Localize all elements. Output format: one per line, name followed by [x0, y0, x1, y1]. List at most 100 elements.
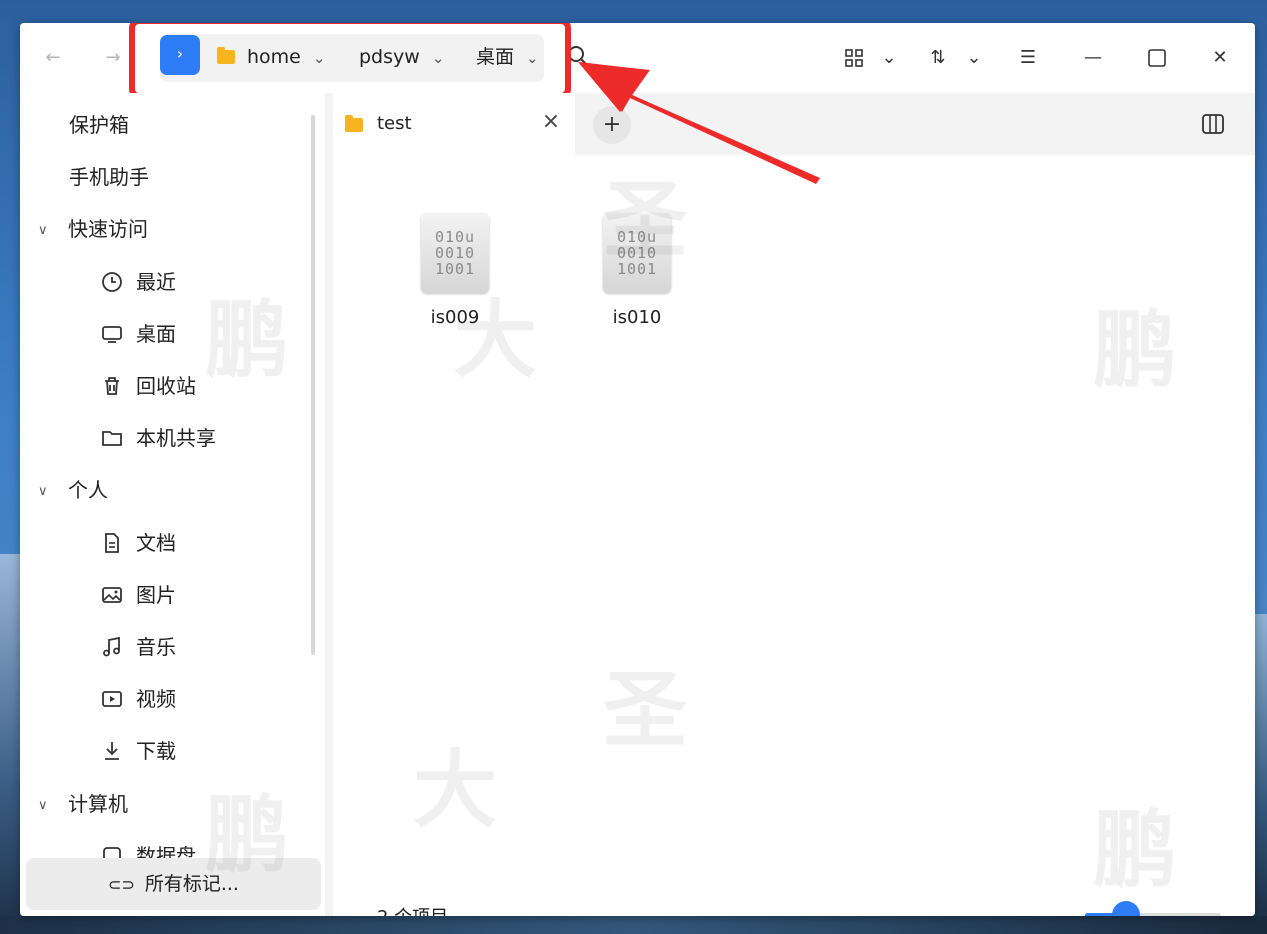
disk-icon [103, 846, 121, 858]
chevron-right-icon: › [176, 44, 184, 63]
sidebar-item-recent[interactable]: 最近 [100, 262, 176, 302]
view-mode-dropdown[interactable]: ⌄ [878, 43, 900, 73]
desktop-wallpaper-right [1255, 614, 1267, 934]
all-tags-button[interactable]: ⊂⊃ 所有标记... [26, 858, 321, 910]
sidebar-item-videos[interactable]: 视频 [100, 679, 176, 719]
sidebar-scrollbar[interactable] [311, 115, 315, 655]
sidebar-group-computer[interactable]: ∨ 计算机 [38, 784, 128, 824]
detail-panel-icon[interactable] [1201, 112, 1225, 136]
chevron-down-icon: ⌄ [966, 47, 982, 68]
sidebar-divider[interactable] [325, 93, 333, 916]
sidebar-item-label: 图片 [136, 583, 176, 607]
sidebar: 保护箱 手机助手 ∨ 快速访问 最近 桌面 回收站 本机共享 ∨ 个人 文档 图片 [20, 93, 325, 916]
maximize-button[interactable] [1144, 43, 1170, 73]
breadcrumb-item-pdsyw[interactable]: pdsyw ⌄ [359, 44, 444, 70]
monitor-icon [102, 325, 122, 343]
sort-dropdown[interactable]: ⌄ [963, 43, 985, 73]
folder-outline-icon [102, 430, 122, 446]
sidebar-item-label: 下载 [136, 739, 176, 763]
sort-icon: ⇅ [930, 47, 946, 68]
sidebar-group-quick-access[interactable]: ∨ 快速访问 [38, 209, 148, 249]
desktop-wallpaper-bottom [0, 916, 1267, 934]
sidebar-item-downloads[interactable]: 下载 [100, 731, 176, 771]
download-icon [105, 741, 119, 760]
watermark-text: 大 [413, 741, 498, 839]
main-content: test × + 010u 0010 1001 is009 010u 0010 1001… [333, 93, 1255, 916]
sidebar-item-label: 保护箱 [69, 113, 129, 137]
tab-bar: test × + [333, 93, 1255, 155]
sidebar-group-personal[interactable]: ∨ 个人 [38, 470, 108, 510]
sidebar-item-local-share[interactable]: 本机共享 [100, 418, 216, 458]
sidebar-item-label: 回收站 [136, 374, 196, 398]
minimize-icon: — [1084, 47, 1102, 68]
view-mode-button[interactable] [842, 43, 866, 73]
sidebar-item-music[interactable]: 音乐 [100, 627, 176, 667]
chevron-down-icon[interactable]: ⌄ [432, 49, 445, 67]
breadcrumb-label: home [247, 46, 301, 68]
breadcrumb: › home ⌄ pdsyw ⌄ 桌面 ⌄ [160, 34, 544, 82]
sidebar-item-trash[interactable]: 回收站 [100, 366, 196, 406]
binary-file-icon: 010u 0010 1001 [603, 213, 671, 293]
tab-test[interactable]: test × [333, 93, 575, 155]
chevron-down-icon[interactable]: ∨ [38, 786, 52, 826]
sidebar-item-label: 本机共享 [136, 426, 216, 450]
file-item-is009[interactable]: 010u 0010 1001 is009 [400, 213, 510, 343]
watermark-text: 鹏 [1093, 801, 1178, 899]
chevron-down-icon[interactable]: ∨ [38, 472, 52, 512]
sidebar-item-pictures[interactable]: 图片 [100, 575, 176, 615]
folder-icon [345, 115, 363, 132]
close-button[interactable]: ✕ [1207, 43, 1233, 73]
chevron-down-icon: ⌄ [881, 47, 897, 68]
watermark-text: 鹏 [1093, 301, 1178, 399]
zoom-slider-handle[interactable] [1111, 901, 1140, 916]
maximize-icon [1148, 49, 1166, 67]
close-icon: ✕ [1212, 47, 1228, 68]
sidebar-item-safe-box[interactable]: 保护箱 [69, 105, 129, 145]
chevron-down-icon[interactable]: ⌄ [313, 49, 326, 67]
main-menu-button[interactable]: ☰ [1015, 43, 1041, 73]
hamburger-menu-icon: ☰ [1019, 47, 1037, 68]
desktop-wallpaper-left [0, 554, 20, 934]
sidebar-item-label: 视频 [136, 687, 176, 711]
search-icon[interactable] [567, 45, 589, 67]
image-icon [102, 586, 122, 603]
all-tags-label: 所有标记... [144, 873, 239, 895]
sidebar-item-desktop[interactable]: 桌面 [100, 314, 176, 354]
sidebar-item-label: 最近 [136, 270, 176, 294]
plus-icon: + [602, 112, 622, 137]
clock-icon [102, 271, 122, 292]
sidebar-item-label: 音乐 [136, 635, 176, 659]
file-manager-window: ← → › home ⌄ pdsyw ⌄ 桌面 ⌄ ⌄ ⇅ ⌄ ☰ — ✕ 保护… [20, 23, 1255, 916]
sidebar-item-data-disk[interactable]: 数据盘 [100, 836, 196, 858]
file-item-is010[interactable]: 010u 0010 1001 is010 [582, 213, 692, 343]
chevron-down-icon[interactable]: ⌄ [526, 49, 539, 67]
tab-label: test [377, 113, 412, 134]
folder-icon [217, 47, 235, 64]
sidebar-item-label: 文档 [136, 531, 176, 555]
zoom-slider[interactable] [1085, 901, 1221, 916]
sidebar-item-documents[interactable]: 文档 [100, 523, 176, 563]
breadcrumb-item-desktop[interactable]: 桌面 ⌄ [476, 44, 539, 70]
minimize-button[interactable]: — [1080, 43, 1106, 73]
arrow-right-icon: → [105, 47, 121, 68]
status-item-count: 2 个项目 [377, 903, 448, 916]
trash-icon [105, 376, 119, 395]
sidebar-item-label: 桌面 [136, 322, 176, 346]
breadcrumb-toggle-button[interactable]: › [160, 35, 200, 75]
binary-file-icon: 010u 0010 1001 [421, 213, 489, 293]
sidebar-group-label: 计算机 [68, 792, 128, 816]
file-name: is009 [430, 307, 480, 328]
sidebar-group-label: 个人 [68, 478, 108, 502]
breadcrumb-item-home[interactable]: home ⌄ [217, 44, 325, 70]
file-name: is010 [612, 307, 662, 328]
sort-button[interactable]: ⇅ [926, 43, 950, 73]
sidebar-item-label: 数据盘 [136, 844, 196, 858]
back-button[interactable]: ← [40, 45, 66, 71]
forward-button[interactable]: → [100, 45, 126, 71]
tab-close-button[interactable]: × [539, 111, 563, 135]
sidebar-group-label: 快速访问 [68, 217, 148, 241]
tag-icon: ⊂⊃ [108, 875, 135, 894]
new-tab-button[interactable]: + [593, 106, 631, 144]
chevron-down-icon[interactable]: ∨ [38, 211, 52, 251]
sidebar-item-phone-assistant[interactable]: 手机助手 [69, 157, 149, 197]
